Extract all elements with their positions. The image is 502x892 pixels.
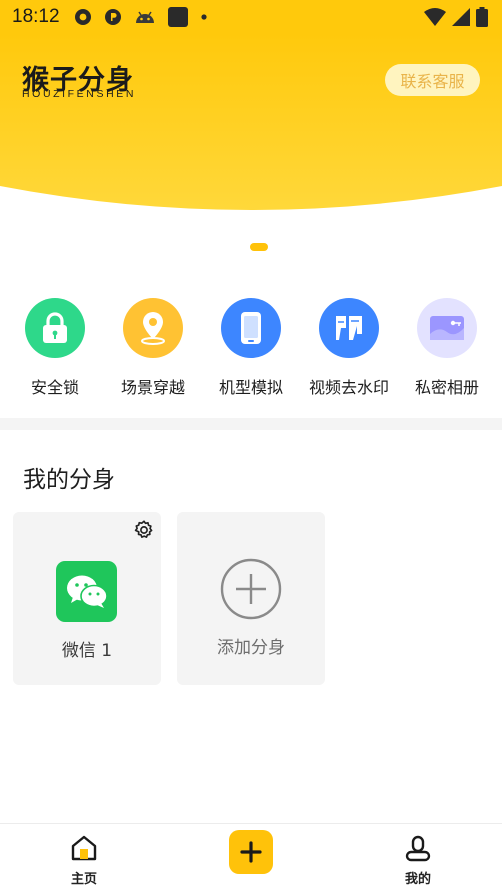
dot-icon xyxy=(200,13,208,21)
lock-icon xyxy=(25,298,85,358)
plus-icon xyxy=(240,841,262,863)
android-icon xyxy=(134,9,156,25)
status-bar: 18:12 xyxy=(0,0,502,34)
add-clone-label: 添加分身 xyxy=(217,638,285,658)
feature-private-album[interactable]: 私密相册 xyxy=(397,298,497,398)
wechat-icon xyxy=(56,561,117,622)
banner-page-indicator xyxy=(250,243,268,251)
nav-mine[interactable]: 我的 xyxy=(388,834,448,887)
feature-label: 机型模拟 xyxy=(218,378,283,397)
feature-scene-travel[interactable]: 场景穿越 xyxy=(103,298,203,398)
add-circle-icon xyxy=(220,558,282,624)
nav-mine-label: 我的 xyxy=(404,872,431,887)
clone-label: 微信 1 xyxy=(61,641,113,661)
feature-device-simulation[interactable]: 机型模拟 xyxy=(201,298,301,398)
my-clones-title: 我的分身 xyxy=(23,467,115,493)
feature-remove-watermark[interactable]: 视频去水印 xyxy=(299,298,399,398)
contact-service-button[interactable]: 联系客服 xyxy=(385,64,480,96)
feature-label: 视频去水印 xyxy=(308,378,389,397)
status-time: 18:12 xyxy=(12,6,60,27)
album-icon xyxy=(417,298,477,358)
location-pin-icon xyxy=(123,298,183,358)
logo-subtitle: HOUZIFENSHEN xyxy=(22,88,137,100)
square-app-icon xyxy=(167,7,188,27)
user-icon xyxy=(405,835,431,862)
app-p-icon xyxy=(104,8,122,26)
bottom-navigation: 主页 我的 xyxy=(0,823,502,892)
feature-row: 安全锁 场景穿越 机型模拟 视频去水印 私密相册 xyxy=(0,298,502,408)
feature-label: 安全锁 xyxy=(30,378,79,397)
nav-home[interactable]: 主页 xyxy=(54,834,114,887)
signal-icon xyxy=(452,8,470,31)
app-o-icon xyxy=(74,8,92,26)
feature-label: 场景穿越 xyxy=(120,378,185,397)
section-divider xyxy=(0,418,502,430)
nav-home-label: 主页 xyxy=(70,872,97,887)
home-icon xyxy=(71,835,97,861)
feature-label: 私密相册 xyxy=(414,378,479,397)
watermark-icon xyxy=(319,298,379,358)
add-clone-card[interactable]: 添加分身 xyxy=(177,512,325,685)
phone-icon xyxy=(221,298,281,358)
wifi-icon xyxy=(424,8,446,31)
gear-icon[interactable] xyxy=(133,519,155,545)
feature-security-lock[interactable]: 安全锁 xyxy=(5,298,105,398)
battery-icon xyxy=(476,7,488,32)
nav-add-button[interactable] xyxy=(229,830,273,874)
clone-card-wechat[interactable]: 微信 1 xyxy=(13,512,161,685)
